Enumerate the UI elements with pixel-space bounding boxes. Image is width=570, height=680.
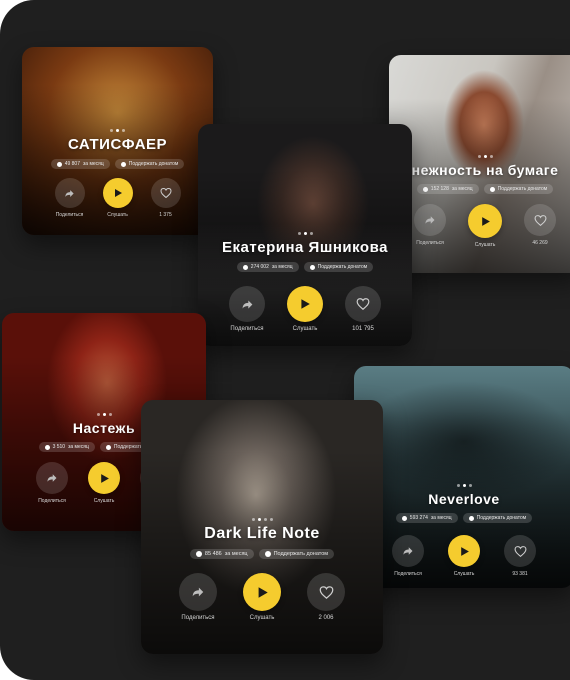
share-button[interactable] (54, 178, 85, 208)
heart-icon (356, 298, 370, 311)
donate-icon (468, 515, 474, 521)
carousel-dots (477, 155, 493, 158)
carousel-dots (251, 518, 273, 521)
listeners-badge: 3 510 за месяц (38, 442, 95, 452)
play-icon (258, 586, 268, 598)
play-icon (481, 216, 490, 226)
listeners-icon (44, 444, 50, 450)
listeners-icon (242, 264, 248, 270)
play-button[interactable] (88, 462, 120, 494)
heart-icon (319, 585, 333, 599)
share-button[interactable] (36, 462, 68, 494)
share-arrow-icon (47, 474, 57, 482)
listeners-badge: 593 274 за месяц (395, 513, 458, 523)
share-button[interactable] (414, 204, 446, 236)
play-button[interactable] (287, 286, 323, 322)
play-button[interactable] (102, 178, 133, 208)
artist-name: нежность на бумаге (411, 162, 559, 178)
likes-count: 46 269 (532, 240, 548, 246)
play-button[interactable] (468, 204, 502, 238)
like-button[interactable] (307, 573, 345, 611)
donate-icon (105, 444, 111, 450)
like-button[interactable] (345, 286, 381, 322)
artist-card-nezhnost[interactable]: нежность на бумаге 152 128 за месяц Подд… (389, 55, 570, 273)
artist-card-satisfaer[interactable]: САТИСФАЕР 49 807 за месяц Поддержать дон… (22, 47, 213, 235)
like-button[interactable] (504, 535, 536, 567)
donate-button[interactable]: Поддержать донатом (483, 184, 554, 194)
artist-card-dark-life-note[interactable]: Dark Life Note 85 486 за месяц Поддержат… (141, 400, 383, 654)
like-button[interactable] (150, 178, 181, 208)
artist-card-neverlove[interactable]: Neverlove 593 274 за месяц Поддержать до… (354, 366, 570, 588)
listeners-icon (56, 161, 62, 167)
donate-icon (489, 186, 495, 192)
artist-name: Настежь (72, 420, 136, 436)
donate-button[interactable]: Поддержать донатом (258, 549, 335, 559)
carousel-dots (110, 129, 125, 132)
listeners-icon (422, 186, 428, 192)
listeners-badge: 274 002 за месяц (236, 262, 299, 272)
artist-card-ekaterina[interactable]: Екатерина Яшникова 274 002 за месяц Подд… (198, 124, 412, 346)
listeners-badge: 49 807 за месяц (50, 159, 110, 169)
listeners-badge: 85 486 за месяц (189, 549, 254, 559)
play-button[interactable] (243, 573, 281, 611)
share-arrow-icon (425, 216, 435, 224)
carousel-dots (297, 232, 313, 235)
donate-button[interactable]: Поддержать донатом (462, 513, 533, 523)
play-icon (114, 189, 122, 197)
listeners-icon (401, 515, 407, 521)
like-button[interactable] (524, 204, 556, 236)
listeners-badge: 152 128 за месяц (416, 184, 479, 194)
share-button[interactable] (392, 535, 424, 567)
play-icon (100, 473, 109, 483)
donate-icon (309, 264, 315, 270)
play-icon (301, 299, 310, 309)
play-icon (460, 546, 469, 556)
share-arrow-icon (65, 189, 74, 197)
donate-button[interactable]: Поддержать донатом (114, 159, 185, 169)
share-button[interactable] (229, 286, 265, 322)
listeners-icon (195, 551, 202, 557)
carousel-dots (456, 484, 472, 487)
artist-name: Dark Life Note (204, 525, 320, 542)
artist-name: САТИСФАЕР (67, 136, 168, 153)
share-arrow-icon (403, 547, 413, 555)
likes-count: 101 795 (352, 326, 374, 332)
likes-count: 1 375 (159, 212, 172, 218)
carousel-dots (96, 413, 112, 416)
heart-icon (159, 187, 172, 199)
donate-icon (264, 551, 271, 557)
phone-frame: САТИСФАЕР 49 807 за месяц Поддержать дон… (0, 0, 570, 680)
artist-name: Екатерина Яшникова (222, 239, 388, 256)
share-arrow-icon (242, 299, 252, 309)
donate-button[interactable]: Поддержать донатом (303, 262, 374, 272)
donate-icon (120, 161, 126, 167)
play-button[interactable] (448, 535, 480, 567)
artist-name: Neverlove (428, 491, 500, 507)
share-arrow-icon (192, 587, 204, 597)
share-button[interactable] (179, 573, 217, 611)
likes-count: 93 381 (512, 571, 528, 577)
likes-count: 2 006 (318, 615, 334, 621)
heart-icon (514, 545, 526, 557)
heart-icon (534, 214, 546, 226)
